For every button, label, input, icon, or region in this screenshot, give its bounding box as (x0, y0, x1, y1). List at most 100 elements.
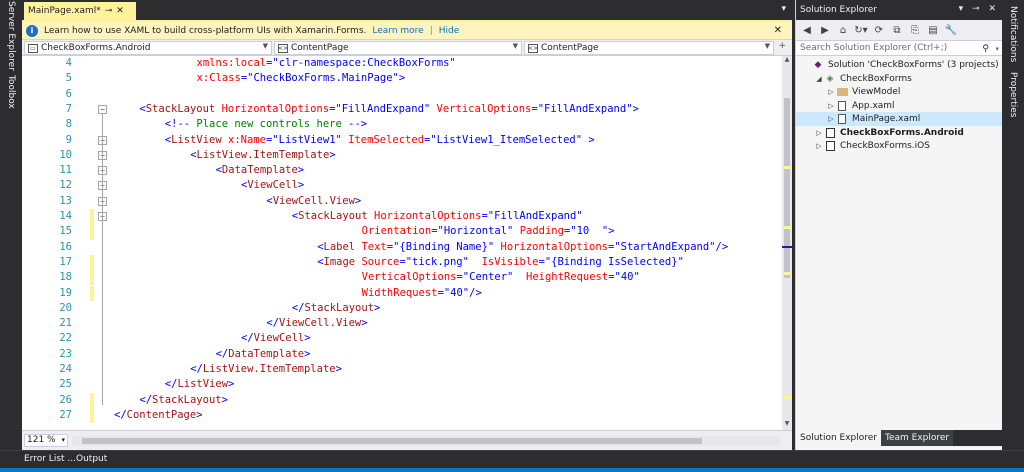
hide-link[interactable]: Hide (439, 26, 460, 36)
code-line[interactable]: 5 x:Class="CheckBoxForms.MainPage"> (22, 71, 772, 86)
code-line[interactable]: 27 </ContentPage> (22, 407, 772, 424)
line-number: 18 (59, 271, 72, 284)
tab-team-explorer[interactable]: Team Explorer (881, 430, 954, 446)
code-line[interactable]: 22 </ViewCell> (22, 331, 772, 346)
tab-list-dropdown-icon[interactable]: ▾ (781, 4, 786, 14)
code-text: </DataTemplate> (216, 347, 311, 362)
document-tab-mainpage[interactable]: MainPage.xaml* ⊸ ✕ (24, 2, 136, 20)
code-token: ItemSelected (341, 133, 425, 146)
tab-output[interactable]: Output (76, 454, 107, 464)
line-number: 17 (59, 255, 72, 268)
back-icon[interactable]: ◀ (800, 23, 814, 37)
caret-marker (782, 246, 792, 248)
code-line[interactable]: 18 VerticalOptions="Center" HeightRequest… (22, 270, 772, 286)
search-icon[interactable]: ⚲ (982, 42, 989, 56)
scroll-down-icon[interactable]: ▼ (782, 420, 792, 430)
refresh-icon[interactable]: ⟳ (872, 23, 886, 37)
project-combo[interactable]: ▭ CheckBoxForms.Android ▼ (24, 41, 272, 55)
code-token: "Center" (462, 271, 514, 284)
tab-solution-explorer[interactable]: Solution Explorer (796, 430, 881, 446)
code-line[interactable]: 14−<StackLayout HorizontalOptions="FillA… (22, 209, 772, 225)
collapse-all-icon[interactable]: ⧉ (890, 23, 904, 37)
code-line[interactable]: 24 </ListView.ItemTemplate> (22, 362, 772, 377)
show-all-icon[interactable]: ▤ (926, 23, 940, 37)
type-combo-value: ContentPage (291, 43, 349, 53)
close-icon[interactable]: ✕ (116, 6, 124, 16)
expander-icon[interactable]: ▷ (826, 88, 836, 96)
tree-item-label: Solution 'CheckBoxForms' (3 projects) (828, 60, 999, 70)
scrollbar-thumb[interactable] (784, 98, 790, 278)
code-line[interactable]: 8 <!-- Place new controls here --> (22, 117, 772, 132)
tree-item[interactable]: ◢ ◈ CheckBoxForms (796, 72, 1003, 86)
panel-controls[interactable]: ▾ ⊸ ✕ (959, 4, 999, 14)
code-line[interactable]: 19 WidthRequest="40"/> (22, 285, 772, 301)
code-text: </ListView> (165, 377, 235, 392)
infobar-close-icon[interactable]: ✕ (774, 25, 782, 36)
tree-item[interactable]: ◆ Solution 'CheckBoxForms' (3 projects) (796, 58, 1003, 72)
code-token: > (329, 148, 336, 161)
type-combo[interactable]: <> ContentPage ▼ (274, 41, 522, 55)
code-area[interactable]: 4 xmlns:local="clr-namespace:CheckBoxForm… (22, 56, 782, 430)
tree-item[interactable]: ▷ MainPage.xaml (796, 112, 1003, 126)
vertical-scrollbar[interactable]: ▲ ▼ (782, 56, 792, 430)
code-line[interactable]: 25 </ListView> (22, 377, 772, 392)
pin-icon[interactable]: ⊸ (105, 6, 113, 16)
code-line[interactable]: 13−<ViewCell.View> (22, 194, 772, 209)
code-line[interactable]: 9−<ListView x:Name="ListView1" ItemSelec… (22, 133, 772, 148)
code-line[interactable]: 23 </DataTemplate> (22, 347, 772, 362)
code-line[interactable]: 20 </StackLayout> (22, 301, 772, 316)
search-input[interactable]: Search Solution Explorer (Ctrl+;) ⚲ ▾ (796, 40, 1003, 56)
server-explorer-tab[interactable]: Server Explorer (0, 1, 22, 71)
horizontal-scrollbar[interactable] (72, 436, 780, 446)
code-line[interactable]: 26 </StackLayout> (22, 392, 772, 408)
expander-icon[interactable]: ◢ (814, 75, 824, 83)
tree-item[interactable]: ▷ App.xaml (796, 99, 1003, 113)
collapse-icon[interactable]: − (98, 104, 107, 114)
expander-icon[interactable]: ▷ (814, 129, 824, 137)
code-line[interactable]: 21 </ViewCell.View> (22, 316, 772, 331)
code-token: > (304, 347, 311, 360)
code-text: <ViewCell> (241, 178, 304, 193)
toolbox-tab[interactable]: Toolbox (0, 72, 22, 112)
tree-item[interactable]: ▷ ViewModel (796, 85, 1003, 99)
tab-error-list[interactable]: Error List ... (24, 454, 76, 464)
infobar-separator: | (429, 25, 433, 36)
code-line[interactable]: 15 Orientation="Horizontal" Padding="10 "… (22, 224, 772, 240)
code-line[interactable]: 17 <Image Source="tick.png" IsVisible="{B… (22, 254, 772, 271)
properties-icon[interactable]: 🔧 (944, 23, 958, 37)
scrollbar-thumb[interactable] (82, 438, 702, 444)
code-line[interactable]: 16 <Label Text="{Binding Name}" Horizonta… (22, 240, 772, 255)
learn-more-link[interactable]: Learn more (372, 26, 423, 36)
properties-tab[interactable]: Properties (1002, 70, 1024, 120)
notifications-tab[interactable]: Notifications (1002, 4, 1024, 64)
expander-icon[interactable]: ▷ (826, 115, 836, 123)
chevron-down-icon[interactable]: ▾ (995, 42, 999, 56)
code-token: "tick.png" (405, 255, 469, 268)
expander-icon[interactable]: ▷ (814, 142, 824, 150)
sync-icon[interactable]: ↻▾ (854, 23, 868, 37)
code-line[interactable]: 4 xmlns:local="clr-namespace:CheckBoxForm… (22, 56, 772, 71)
forward-icon[interactable]: ▶ (818, 23, 832, 37)
code-line[interactable]: 7 − <StackLayout HorizontalOptions="FillAn… (22, 102, 772, 117)
expander-icon[interactable]: ▷ (826, 102, 836, 110)
code-text: WidthRequest="40"/> (362, 286, 482, 301)
bottom-tool-bar: Error List ... Output (0, 450, 1024, 472)
code-text: <DataTemplate> (216, 163, 305, 178)
code-line[interactable]: 10−<ListView.ItemTemplate> (22, 148, 772, 163)
tree-item-label: CheckBoxForms.Android (840, 127, 964, 138)
folder-glyph (836, 88, 848, 96)
code-line[interactable]: 6 (22, 87, 772, 102)
code-line[interactable]: 11−<DataTemplate> (22, 163, 772, 178)
member-combo[interactable]: <> ContentPage ▼ (524, 41, 774, 55)
tree-item[interactable]: ▷ CheckBoxForms.Android (796, 126, 1003, 140)
code-token: ContentPage (126, 408, 197, 421)
split-editor-icon[interactable]: + (778, 41, 786, 51)
code-line[interactable]: 12−<ViewCell> (22, 178, 772, 193)
tree-item[interactable]: ▷ CheckBoxForms.iOS (796, 139, 1003, 153)
xaml-editor: MainPage.xaml* ⊸ ✕ ▾ i Learn how to use … (22, 0, 792, 450)
copy-icon[interactable]: ⎘ (908, 23, 922, 37)
scroll-up-icon[interactable]: ▲ (782, 56, 792, 66)
zoom-select[interactable]: 121 % ▾ (24, 434, 68, 447)
device-project-icon (824, 141, 836, 152)
home-icon[interactable]: ⌂ (836, 23, 850, 37)
